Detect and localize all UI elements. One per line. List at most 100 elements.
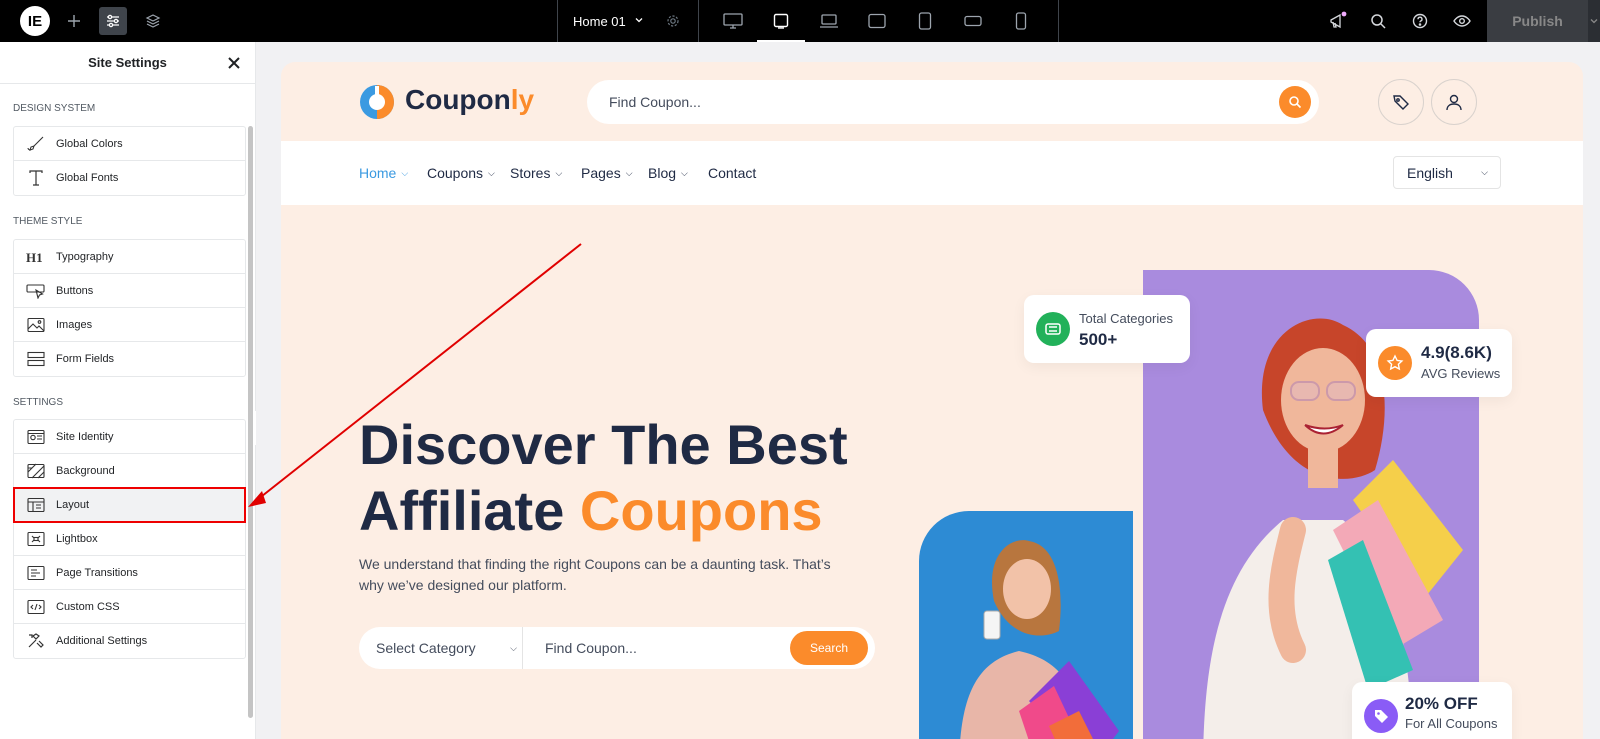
plus-icon[interactable] (60, 7, 88, 35)
menu-item-global-colors[interactable]: Global Colors (14, 127, 245, 161)
lightbox-icon (26, 530, 46, 548)
mobile-landscape-icon[interactable] (949, 0, 997, 42)
menu-item-images[interactable]: Images (14, 308, 245, 342)
section-label-settings: SETTINGS (13, 397, 64, 408)
editor-topbar: IE Home 01 Publish (0, 0, 1600, 42)
site-settings-panel: Site Settings DESIGN SYSTEM Global Color… (0, 42, 256, 739)
layers-icon[interactable] (139, 7, 167, 35)
publish-options-chevron-icon[interactable] (1588, 0, 1600, 42)
nav-item-contact[interactable]: Contact (708, 165, 756, 181)
menu-item-additional-settings[interactable]: Additional Settings (14, 624, 245, 658)
hero-search-input[interactable]: Find Coupon... (523, 640, 637, 656)
page-name: Home 01 (573, 13, 626, 29)
site-preview: Couponly Find Coupon... Home ⌵ Coupons ⌵ S… (281, 62, 1583, 739)
nav-item-home[interactable]: Home ⌵ (359, 165, 408, 181)
chevron-down-icon: ⌵ (625, 167, 633, 178)
nav-item-coupons[interactable]: Coupons ⌵ (427, 165, 495, 181)
chevron-down-icon: ⌵ (1481, 167, 1488, 177)
stat-value: 4.9(8.6K) (1421, 343, 1492, 362)
menu-item-typography[interactable]: H1 Typography (14, 240, 245, 274)
main-nav: Home ⌵ Coupons ⌵ Stores ⌵ Pages ⌵ Blog ⌵ Cont… (281, 141, 1583, 205)
hero-title: Discover The Best Affiliate Coupons (359, 412, 919, 544)
menu-item-layout[interactable]: Layout (13, 487, 246, 523)
tablet-icon[interactable] (853, 0, 901, 42)
desktop-icon[interactable] (709, 0, 757, 42)
stat-label: Total Categories (1079, 311, 1173, 326)
hero-lead: We understand that finding the right Cou… (359, 556, 831, 593)
tag-icon (1364, 699, 1398, 733)
brand-name-accent: ly (510, 84, 535, 115)
brush-icon (26, 135, 46, 153)
menu-item-label: Site Identity (56, 430, 114, 443)
form-icon (26, 350, 46, 368)
stat-card-rating: 4.9(8.6K) AVG Reviews (1366, 329, 1512, 397)
settings-group: Site Identity Background Layout Lightbox… (13, 419, 246, 659)
nav-item-stores[interactable]: Stores ⌵ (510, 165, 562, 181)
menu-item-label: Images (56, 318, 93, 331)
user-icon[interactable] (1431, 79, 1477, 125)
stat-label: AVG Reviews (1421, 366, 1501, 381)
tag-icon[interactable] (1378, 79, 1424, 125)
menu-item-label: Form Fields (56, 353, 115, 365)
category-select[interactable]: Select Category ⌵ (359, 627, 523, 669)
hero-search-bar: Select Category ⌵ Find Coupon... Search (359, 627, 875, 669)
chevron-down-icon: ⌵ (401, 167, 409, 178)
nav-item-blog[interactable]: Blog ⌵ (648, 165, 688, 181)
menu-item-label: Global Fonts (56, 172, 119, 184)
menu-item-form-fields[interactable]: Form Fields (14, 342, 245, 376)
menu-item-lightbox[interactable]: Lightbox (14, 522, 245, 556)
search-icon[interactable] (1368, 11, 1388, 31)
couponly-logo-icon[interactable] (359, 84, 395, 120)
eye-icon[interactable] (1452, 11, 1472, 31)
menu-item-label: Global Colors (56, 137, 123, 150)
close-icon[interactable] (225, 54, 243, 72)
elementor-logo-icon[interactable]: IE (20, 6, 50, 36)
hero-image-woman-with-phone (919, 511, 1133, 739)
laptop-icon[interactable] (805, 0, 853, 42)
h1-icon: H1 (26, 248, 46, 266)
tablet-landscape-icon[interactable] (757, 0, 805, 42)
menu-item-global-fonts[interactable]: Global Fonts (14, 161, 245, 195)
stat-label: For All Coupons (1405, 716, 1498, 731)
header-search-placeholder: Find Coupon... (609, 94, 701, 110)
sliders-icon[interactable] (99, 7, 127, 35)
code-icon (26, 598, 46, 616)
panel-scrollbar[interactable] (248, 126, 253, 718)
hero-search-button[interactable]: Search (790, 631, 868, 665)
nav-label: Stores (510, 165, 551, 181)
couponly-logo-text[interactable]: Couponly (405, 84, 534, 116)
chevron-down-icon: ⌵ (510, 642, 517, 653)
help-icon[interactable] (1410, 11, 1430, 31)
search-icon[interactable] (1279, 86, 1311, 118)
tools-icon (26, 632, 46, 650)
menu-item-buttons[interactable]: Buttons (14, 274, 245, 308)
menu-item-label: Additional Settings (56, 635, 148, 647)
menu-item-custom-css[interactable]: Custom CSS (14, 590, 245, 624)
menu-item-site-identity[interactable]: Site Identity (14, 420, 245, 454)
theme-style-group: H1 Typography Buttons Images Form Fields (13, 239, 246, 377)
page-selector[interactable]: Home 01 (557, 0, 699, 42)
publish-button[interactable]: Publish (1487, 0, 1588, 42)
menu-item-label: Custom CSS (56, 600, 120, 613)
nav-label: Pages (581, 165, 621, 181)
menu-item-page-transitions[interactable]: Page Transitions (14, 556, 245, 590)
stat-card-categories: Total Categories 500+ (1024, 295, 1190, 363)
hero-title-line2: Affiliate (359, 479, 580, 542)
chevron-down-icon: ⌵ (488, 167, 495, 178)
header-search-input[interactable]: Find Coupon... (587, 80, 1319, 124)
language-select[interactable]: English ⌵ (1393, 156, 1501, 189)
editor-canvas: Couponly Find Coupon... Home ⌵ Coupons ⌵ S… (256, 42, 1600, 739)
menu-item-label: Page Transitions (56, 566, 138, 579)
menu-item-background[interactable]: Background (14, 454, 245, 488)
tablet-portrait-icon[interactable] (901, 0, 949, 42)
star-icon (1378, 346, 1412, 380)
button-icon (26, 282, 46, 300)
gear-icon[interactable] (666, 14, 680, 31)
nav-item-pages[interactable]: Pages ⌵ (581, 165, 633, 181)
menu-item-label: Lightbox (56, 532, 98, 545)
megaphone-icon[interactable] (1328, 11, 1348, 31)
device-switcher (699, 0, 1059, 42)
transition-icon (26, 564, 46, 582)
section-label-theme-style: THEME STYLE (13, 216, 83, 227)
mobile-icon[interactable] (997, 0, 1045, 42)
